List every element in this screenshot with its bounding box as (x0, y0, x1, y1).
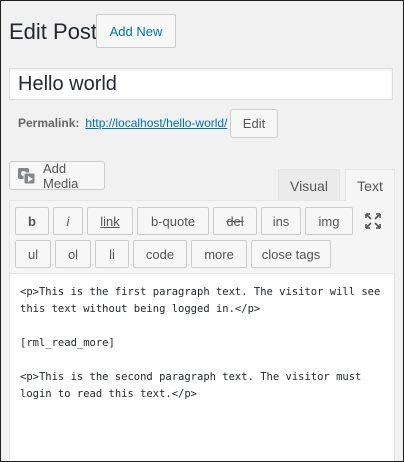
media-camera-icon (17, 167, 37, 185)
quicktag-blockquote-button[interactable]: b-quote (137, 207, 209, 235)
quicktag-more-button[interactable]: more (191, 240, 247, 268)
permalink-label: Permalink: (18, 116, 80, 130)
quicktag-ol-button[interactable]: ol (55, 240, 91, 268)
permalink-url-link[interactable]: http://localhost/hello-world/ (85, 116, 227, 130)
page-title: Edit Post (9, 19, 98, 44)
edit-permalink-button[interactable]: Edit (230, 109, 278, 138)
add-media-label: Add Media (43, 160, 79, 191)
tab-text[interactable]: Text (345, 169, 395, 201)
quicktag-bold-button[interactable]: b (15, 207, 49, 235)
quicktag-img-button[interactable]: img (305, 207, 353, 235)
quicktag-code-button[interactable]: code (133, 240, 187, 268)
add-new-button[interactable]: Add New (96, 14, 176, 48)
quicktag-italic-button[interactable]: i (53, 207, 83, 235)
quicktag-ins-button[interactable]: ins (261, 207, 301, 235)
quicktag-del-button[interactable]: del (213, 207, 257, 235)
fullscreen-expand-icon[interactable] (364, 212, 382, 230)
post-title-input[interactable]: Hello world (9, 68, 393, 100)
tab-visual[interactable]: Visual (278, 169, 340, 201)
quicktag-close-tags-button[interactable]: close tags (251, 240, 331, 268)
quicktag-link-button[interactable]: link (87, 207, 133, 235)
content-textarea[interactable]: <p>This is the first paragraph text. The… (10, 273, 394, 462)
add-media-button[interactable]: Add Media (9, 160, 105, 191)
permalink: Permalink: http://localhost/hello-world/ (18, 116, 227, 130)
quicktag-ul-button[interactable]: ul (15, 240, 51, 268)
quicktag-li-button[interactable]: li (95, 240, 129, 268)
